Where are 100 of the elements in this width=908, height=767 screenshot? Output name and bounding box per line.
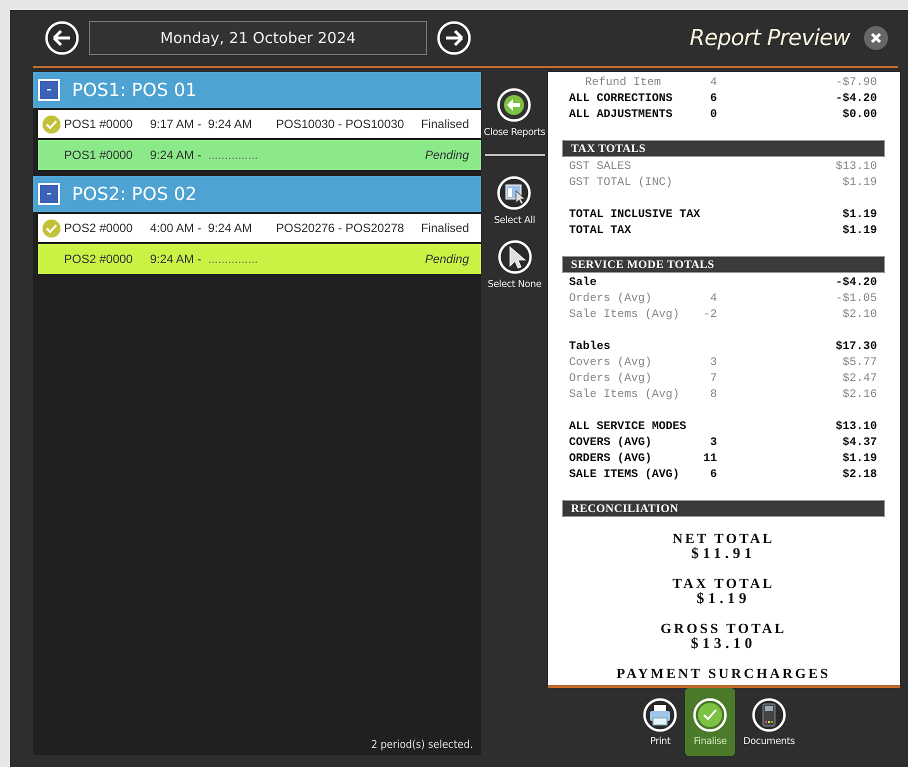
line-label: TOTAL TAX <box>569 224 632 236</box>
card-terminal-icon <box>752 698 786 732</box>
line-count: 3 <box>710 356 717 368</box>
group-title: POS1: POS 01 <box>72 80 197 100</box>
select-all-button[interactable]: Select All <box>494 176 536 226</box>
period-status: Finalised <box>420 117 469 131</box>
period-status: Pending <box>424 252 469 266</box>
line-label: GST TOTAL (INC) <box>569 176 673 188</box>
end-time: ............... <box>208 252 260 266</box>
line-count: -2 <box>703 308 717 320</box>
line-label: Refund Item <box>585 76 661 88</box>
total-label: NET TOTAL <box>672 532 774 547</box>
check-icon <box>42 114 61 134</box>
end-time: 9:24 AM <box>208 117 254 131</box>
line-count: 11 <box>703 452 717 464</box>
line-label: Sale <box>569 276 597 288</box>
terminal-label: POS2 #0000 <box>64 252 134 266</box>
line-amount: $13.10 <box>836 160 877 172</box>
line-count: 0 <box>710 108 717 120</box>
total-label: TAX TOTAL <box>672 577 774 592</box>
check-icon <box>693 698 728 732</box>
line-amount: $4.37 <box>842 436 877 448</box>
end-time: ............... <box>208 148 260 162</box>
selection-status: 2 period(s) selected. <box>371 738 473 751</box>
line-count: 6 <box>710 468 717 480</box>
period-row[interactable]: POS1 #0000 9:17 AM - 9:24 AM POS10030 - POS10030 Finalised <box>38 110 481 138</box>
line-label: Tables <box>569 340 610 352</box>
line-amount: -$1.05 <box>836 292 877 304</box>
next-button[interactable] <box>437 21 471 55</box>
line-amount: $5.77 <box>842 356 877 368</box>
close-button[interactable]: Close Reports <box>484 88 546 138</box>
terminal-label: POS1 #0000 <box>64 148 134 162</box>
line-amount: $2.18 <box>842 468 877 480</box>
terminal-label: POS1 #0000 <box>64 117 134 131</box>
receipt-range: POS10030 - POS10030 <box>276 117 406 131</box>
close-button[interactable] <box>864 26 888 50</box>
line-label: SALE ITEMS (AVG) <box>569 468 680 480</box>
print-button[interactable]: Print <box>635 688 686 756</box>
line-count: 7 <box>710 372 717 384</box>
period-status: Finalised <box>420 221 469 235</box>
terminal-label: POS2 #0000 <box>64 221 134 235</box>
grid-pointer-icon <box>497 176 532 210</box>
total-amount: $11.91 <box>691 547 756 562</box>
line-label: GST SALES <box>569 160 632 172</box>
line-amount: $1.19 <box>842 208 877 220</box>
line-label: Sale Items (Avg) <box>569 388 680 400</box>
total-amount: $1.19 <box>696 592 750 607</box>
total-label: GROSS TOTAL <box>660 622 786 637</box>
line-amount: $1.19 <box>842 176 877 188</box>
select-none-button[interactable]: Select None <box>488 240 542 290</box>
line-amount: -$7.90 <box>836 76 877 88</box>
line-amount: $2.16 <box>842 388 877 400</box>
line-label: ORDERS (AVG) <box>569 452 652 464</box>
collapse-toggle[interactable]: - <box>38 183 60 205</box>
window-title: Report Preview <box>690 26 850 50</box>
close-icon <box>870 32 882 44</box>
line-amount: -$4.20 <box>836 276 877 288</box>
documents-button[interactable]: Documents <box>735 688 803 756</box>
period-row[interactable]: POS1 #0000 9:24 AM - ............... Pending <box>38 140 481 170</box>
line-amount: $17.30 <box>836 340 877 352</box>
previous-button[interactable] <box>45 21 79 55</box>
line-count: 3 <box>710 436 717 448</box>
line-label: TOTAL INCLUSIVE TAX <box>569 208 700 220</box>
line-amount: $2.47 <box>842 372 877 384</box>
line-count: 4 <box>710 292 717 304</box>
receipt-range: POS20276 - POS20278 <box>276 221 406 235</box>
section-header: SERVICE MODE TOTALS <box>562 256 885 273</box>
finalise-button[interactable]: Finalise <box>685 688 736 756</box>
start-time: 9:24 AM - <box>150 148 202 162</box>
start-time: 9:24 AM - <box>150 252 202 266</box>
line-label: ALL CORRECTIONS <box>569 92 673 104</box>
period-row[interactable]: POS2 #0000 4:00 AM - 9:24 AM POS20276 - POS20278 Finalised <box>38 214 481 242</box>
line-count: 4 <box>710 76 717 88</box>
group-title: POS2: POS 02 <box>72 184 197 204</box>
line-label: ALL SERVICE MODES <box>569 420 686 432</box>
line-amount: $1.19 <box>842 224 877 236</box>
date-display: Monday, 21 October 2024 <box>89 21 427 55</box>
line-label: Orders (Avg) <box>569 292 652 304</box>
start-time: 9:17 AM - <box>150 117 202 131</box>
period-status: Pending <box>424 148 469 162</box>
line-label: COVERS (AVG) <box>569 436 652 448</box>
line-label: Orders (Avg) <box>569 372 652 384</box>
line-amount: $2.10 <box>842 308 877 320</box>
collapse-toggle[interactable]: - <box>38 79 60 101</box>
line-label: Sale Items (Avg) <box>569 308 680 320</box>
start-time: 4:00 AM - <box>150 221 202 235</box>
pointer-icon <box>498 240 532 274</box>
line-amount: $1.19 <box>842 452 877 464</box>
line-amount: $0.00 <box>842 108 877 120</box>
line-label: ALL ADJUSTMENTS <box>569 108 673 120</box>
section-header: RECONCILIATION <box>562 500 885 517</box>
line-amount: -$4.20 <box>836 92 877 104</box>
end-time: 9:24 AM <box>208 221 254 235</box>
line-amount: $13.10 <box>836 420 877 432</box>
period-row[interactable]: POS2 #0000 9:24 AM - ............... Pending <box>38 244 481 274</box>
total-label: PAYMENT SURCHARGES <box>616 667 830 682</box>
total-amount: $13.10 <box>690 637 756 652</box>
line-count: 6 <box>710 92 717 104</box>
printer-icon <box>643 698 678 732</box>
section-header: TAX TOTALS <box>562 140 885 157</box>
